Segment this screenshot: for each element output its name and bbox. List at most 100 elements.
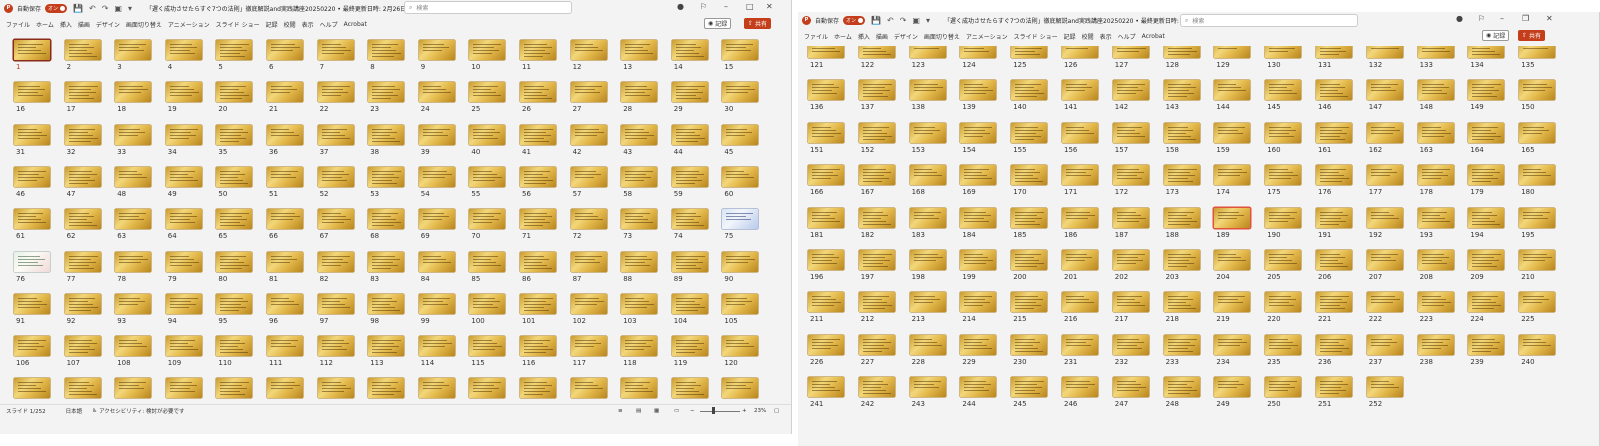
slide-number: 196: [810, 273, 824, 281]
slide-preview: [671, 336, 708, 357]
slide-number: 114: [420, 359, 435, 368]
slide-number: 228: [911, 357, 925, 366]
zoom-level[interactable]: 23%: [754, 408, 766, 414]
present-icon[interactable]: ▣: [114, 4, 122, 13]
ribbon-tab[interactable]: 画面切り替え: [126, 20, 162, 29]
present-icon[interactable]: ▣: [912, 16, 920, 25]
ribbon-tab[interactable]: デザイン: [894, 32, 918, 41]
zoom-out-icon[interactable]: −: [690, 408, 695, 414]
customize-qat-icon[interactable]: ▾: [128, 4, 132, 13]
slide-preview: [1316, 80, 1352, 101]
slide-preview: [267, 336, 303, 357]
language-indicator[interactable]: 日本語: [66, 407, 83, 415]
slide-number: 58: [623, 189, 633, 198]
share-button[interactable]: ⇧ 共有: [744, 18, 772, 29]
fit-window-icon[interactable]: ▢: [774, 408, 779, 414]
search-input[interactable]: ⌕ 検索: [404, 1, 572, 14]
account-icon[interactable]: ●: [677, 2, 684, 11]
slide-number: 252: [1368, 400, 1383, 409]
save-icon[interactable]: 💾: [871, 16, 881, 25]
lightbulb-icon[interactable]: ⚐: [700, 2, 707, 11]
ribbon-tab[interactable]: ヘルプ: [1118, 32, 1136, 41]
ribbon-tab[interactable]: 記録: [1064, 32, 1076, 41]
ribbon-tab[interactable]: ヘルプ: [320, 20, 338, 29]
ribbon-tab[interactable]: アニメーション: [966, 32, 1008, 41]
slide-sorter-view[interactable]: 121 122 123 124 125 126 127 128 129 130 131 132 133 1…: [798, 46, 1599, 434]
slide-number: 12: [572, 63, 582, 71]
slide-number: 84: [420, 274, 430, 283]
normal-view-icon[interactable]: ▤: [636, 408, 641, 414]
document-title[interactable]: 「遅く成功させたらすぐ7つの法則」徹底解説and実践講座20250220 • 最…: [146, 4, 406, 13]
slide-preview: [418, 293, 455, 314]
ribbon-tab[interactable]: 挿入: [60, 20, 72, 29]
slide-preview: [469, 82, 506, 103]
slide-number: 16: [16, 105, 25, 114]
slide-preview: [1519, 165, 1556, 186]
customize-qat-icon[interactable]: ▾: [926, 16, 930, 25]
slide-number: 155: [1013, 145, 1027, 154]
close-icon[interactable]: ✕: [766, 2, 773, 11]
slide-preview: [570, 336, 607, 357]
slide-preview: [621, 336, 658, 357]
zoom-slider-handle[interactable]: [712, 407, 715, 414]
slide-preview: [1163, 207, 1200, 228]
slide-sorter-view[interactable]: 1 2 3 4 5 6 7 8 9 10 11 12 13 14 15 16 17 18 19 20 21 22 23 24 2…: [0, 34, 791, 400]
undo-icon[interactable]: ↶: [89, 4, 96, 13]
save-icon[interactable]: 💾: [73, 4, 83, 13]
notes-view-icon[interactable]: ≡: [618, 408, 623, 414]
ribbon-tab[interactable]: 描画: [78, 20, 90, 29]
ribbon-tab[interactable]: 挿入: [858, 32, 870, 41]
slide-number: 248: [1165, 400, 1179, 409]
account-icon[interactable]: ●: [1456, 14, 1463, 23]
slide-number: 202: [1114, 273, 1129, 281]
ribbon-tab[interactable]: アニメーション: [168, 20, 210, 29]
ribbon-tab[interactable]: スライド ショー: [1014, 32, 1058, 41]
zoom-slider[interactable]: [700, 411, 740, 412]
ribbon-tab[interactable]: ホーム: [36, 20, 54, 29]
slide-number: 235: [1267, 357, 1281, 366]
autosave-toggle[interactable]: オン: [45, 3, 68, 13]
slide-preview: [960, 377, 997, 398]
redo-icon[interactable]: ↷: [900, 16, 907, 25]
ribbon-tab[interactable]: Acrobat: [1142, 33, 1165, 40]
record-button[interactable]: ◉ 記録: [1482, 30, 1510, 41]
ribbon-tab[interactable]: 表示: [302, 20, 314, 29]
ribbon-tab[interactable]: ホーム: [834, 32, 852, 41]
undo-icon[interactable]: ↶: [887, 16, 894, 25]
share-button[interactable]: ⇧ 共有: [1518, 30, 1546, 41]
ribbon-tab[interactable]: デザイン: [96, 20, 120, 29]
reading-view-icon[interactable]: ▭: [674, 408, 679, 414]
slide-number: 59: [673, 189, 683, 198]
document-title[interactable]: 「遅く成功させたらすぐ7つの法則」徹底解説and実践講座20250220 • 最…: [944, 16, 1204, 25]
ribbon-tab[interactable]: ファイル: [804, 32, 828, 41]
minimize-icon[interactable]: –: [1500, 14, 1504, 23]
ribbon-tab[interactable]: ファイル: [6, 20, 30, 29]
slide-number: 175: [1267, 188, 1281, 197]
ribbon-tab[interactable]: 描画: [876, 32, 888, 41]
ribbon-tab[interactable]: 校閲: [284, 20, 296, 29]
accessibility-status[interactable]: アクセシビリティ: 検討が必要です: [99, 407, 185, 415]
ribbon-tab[interactable]: Acrobat: [344, 21, 367, 28]
minimize-icon[interactable]: –: [724, 2, 728, 11]
slide-preview: [1519, 122, 1556, 143]
sorter-view-icon[interactable]: ▦: [654, 408, 659, 414]
ribbon-tab[interactable]: 表示: [1100, 32, 1112, 41]
restore-icon[interactable]: ❐: [1522, 14, 1529, 23]
slide-preview: [1163, 80, 1200, 101]
slide-number: 129: [1216, 61, 1230, 69]
slide-preview: [1163, 377, 1200, 398]
close-icon[interactable]: ✕: [1546, 14, 1553, 23]
ribbon-tab[interactable]: スライド ショー: [216, 20, 260, 29]
search-input[interactable]: ⌕ 検索: [1180, 14, 1358, 27]
autosave-toggle[interactable]: オン: [843, 15, 866, 25]
lightbulb-icon[interactable]: ⚐: [1478, 14, 1485, 23]
ribbon-tab[interactable]: 画面切り替え: [924, 32, 960, 41]
slide-preview: [267, 209, 303, 230]
record-button[interactable]: ◉ 記録: [704, 18, 732, 29]
slide-preview: [1112, 46, 1149, 58]
zoom-in-icon[interactable]: +: [742, 408, 747, 414]
ribbon-tab[interactable]: 校閲: [1082, 32, 1094, 41]
redo-icon[interactable]: ↷: [102, 4, 109, 13]
maximize-icon[interactable]: □: [746, 2, 754, 11]
ribbon-tab[interactable]: 記録: [266, 20, 278, 29]
